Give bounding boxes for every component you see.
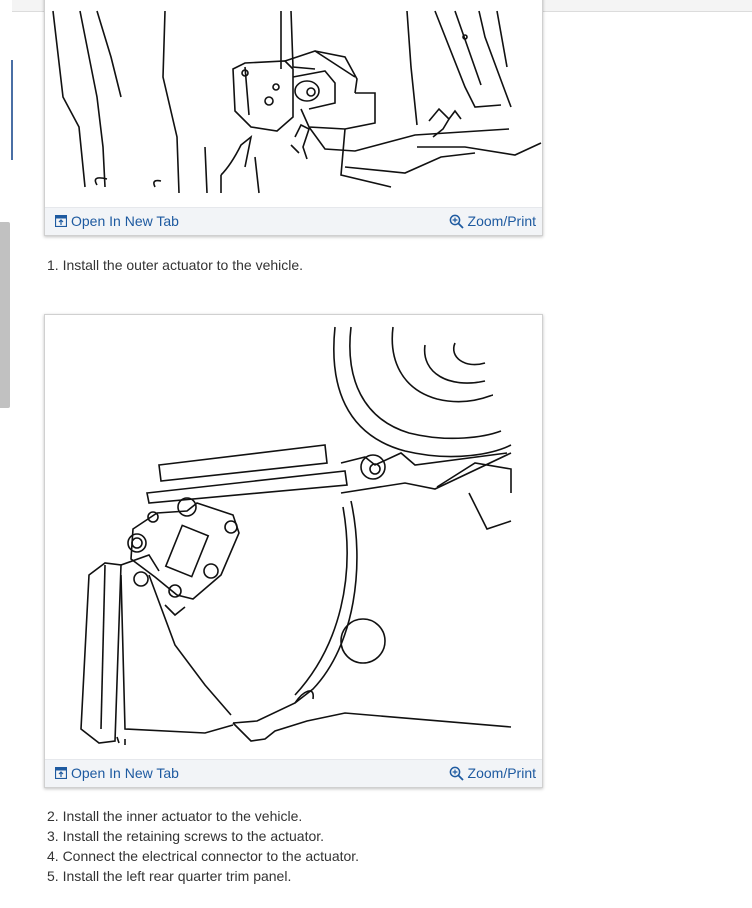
step-4-text: 4. Connect the electrical connector to t…: [47, 848, 360, 864]
figure-toolbar: Open In New Tab Zoom/Print: [45, 207, 542, 235]
zoom-print-link[interactable]: Zoom/Print: [449, 765, 536, 781]
magnifier-zoom-icon: [449, 214, 464, 229]
step-1-text: 1. Install the outer actuator to the veh…: [47, 257, 304, 273]
outer-actuator-illustration: [52, 10, 542, 194]
zoom-print-link[interactable]: Zoom/Print: [449, 213, 536, 229]
inner-actuator-illustration: [80, 326, 512, 745]
open-in-new-tab-link[interactable]: Open In New Tab: [55, 765, 179, 781]
left-panel-edge: [0, 0, 13, 908]
open-in-new-tab-label: Open In New Tab: [71, 213, 179, 229]
figure-inner-actuator: Open In New Tab Zoom/Print: [44, 314, 543, 788]
open-new-tab-icon: [55, 767, 67, 779]
scrollbar-thumb[interactable]: [0, 222, 10, 408]
open-in-new-tab-link[interactable]: Open In New Tab: [55, 213, 179, 229]
step-2-text: 2. Install the inner actuator to the veh…: [47, 808, 303, 824]
open-new-tab-icon: [55, 215, 67, 227]
figure-toolbar: Open In New Tab Zoom/Print: [45, 759, 542, 787]
magnifier-zoom-icon: [449, 766, 464, 781]
left-panel-accent: [11, 60, 13, 160]
step-5-text: 5. Install the left rear quarter trim pa…: [47, 868, 292, 884]
zoom-print-label: Zoom/Print: [467, 213, 536, 229]
zoom-print-label: Zoom/Print: [467, 765, 536, 781]
open-in-new-tab-label: Open In New Tab: [71, 765, 179, 781]
figure-outer-actuator: Open In New Tab Zoom/Print: [44, 0, 543, 236]
installation-steps-list: 2. Install the inner actuator to the veh…: [47, 806, 359, 886]
step-3-text: 3. Install the retaining screws to the a…: [47, 828, 325, 844]
